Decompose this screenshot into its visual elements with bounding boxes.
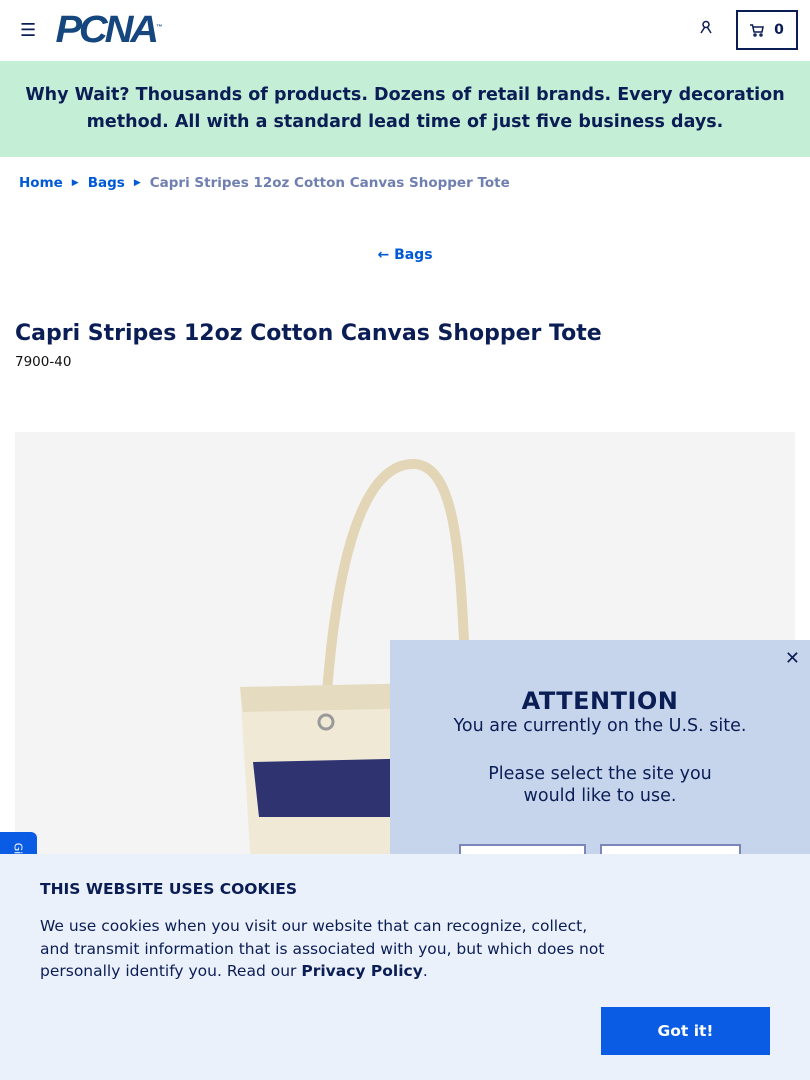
side-tab-label: Gi (11, 842, 25, 855)
back-link[interactable]: ← Bags (0, 247, 810, 263)
promo-banner: Why Wait? Thousands of products. Dozens … (0, 61, 810, 157)
accept-cookies-button[interactable]: Got it! (601, 1007, 770, 1055)
cookie-end: . (422, 962, 428, 980)
account-icon[interactable] (699, 20, 713, 38)
close-icon[interactable]: ✕ (785, 648, 800, 669)
site-selector-popup: ✕ ATTENTION You are currently on the U.S… (390, 640, 810, 884)
cart-count: 0 (774, 22, 784, 38)
header: ☰ PCNA™ 0 (0, 0, 810, 61)
cookie-text: We use cookies when you visit our websit… (40, 915, 610, 983)
trademark: ™ (155, 24, 163, 31)
popup-instruction: Please select the site you would like to… (488, 764, 712, 806)
privacy-policy-link[interactable]: Privacy Policy (301, 962, 423, 980)
pcna-logo[interactable]: PCNA™ (55, 9, 162, 52)
breadcrumb-current: Capri Stripes 12oz Cotton Canvas Shopper… (149, 175, 510, 191)
breadcrumb-bags[interactable]: Bags (88, 175, 125, 191)
cookie-title: THIS WEBSITE USES COOKIES (40, 880, 298, 898)
breadcrumb-home[interactable]: Home (19, 175, 63, 191)
cart-icon (750, 23, 765, 37)
cart-button[interactable]: 0 (736, 10, 798, 50)
hamburger-menu-icon[interactable]: ☰ (20, 20, 40, 41)
caret-right-icon: ▶ (71, 178, 79, 188)
popup-title: ATTENTION (521, 687, 679, 715)
product-sku: 7900-40 (15, 354, 72, 370)
caret-right-icon: ▶ (133, 178, 141, 188)
popup-current-site: You are currently on the U.S. site. (453, 716, 747, 736)
breadcrumb: Home ▶ Bags ▶ Capri Stripes 12oz Cotton … (0, 157, 810, 209)
cookie-banner: THIS WEBSITE USES COOKIES We use cookies… (0, 854, 810, 1080)
arrow-left-icon: ← (377, 247, 395, 263)
back-link-label: Bags (394, 247, 433, 263)
product-title: Capri Stripes 12oz Cotton Canvas Shopper… (15, 321, 602, 346)
logo-text: PCNA (55, 9, 159, 51)
